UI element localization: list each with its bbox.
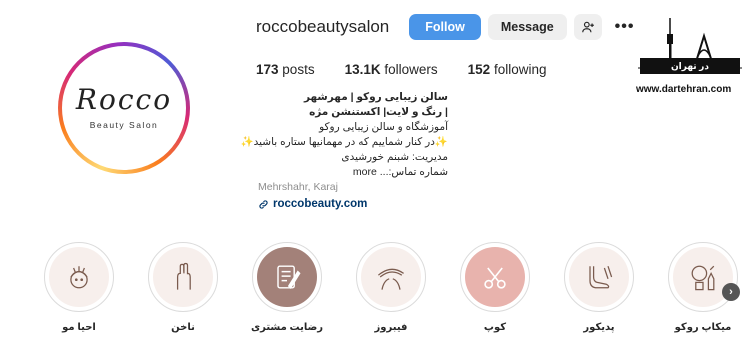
highlight-cover (153, 247, 213, 307)
highlight-ring (564, 242, 634, 312)
eyebrow-icon (377, 268, 404, 290)
highlight-item[interactable]: احیا مو (43, 242, 115, 333)
hair-treatment-icon (70, 266, 88, 289)
rocco-logo: Rocco Beauty Salon (66, 50, 182, 166)
followers-count: 13.1K (344, 62, 381, 77)
highlight-label: فیبروز (374, 322, 408, 333)
username: roccobeautysalon (256, 17, 390, 36)
chevron-right-icon: › (729, 286, 733, 298)
watermark-band: در تهران (640, 58, 740, 74)
website-link[interactable]: roccobeauty.com (273, 197, 367, 212)
highlight-item[interactable]: فیبروز (355, 242, 427, 333)
add-user-icon (581, 21, 594, 33)
avatar-frame: Rocco Beauty Salon (62, 46, 186, 170)
bio-line-4: ✨در کنار شماییم که در مهمانیها ستاره باش… (240, 136, 448, 148)
highlight-item[interactable]: پدیکور (563, 242, 635, 333)
following-label: following (493, 62, 547, 77)
profile-bio: سالن زیبایی روکو | مهرشهر | رنگ و لایت| … (240, 90, 448, 212)
highlight-label: پدیکور (583, 322, 615, 333)
bio-line-1: سالن زیبایی روکو | مهرشهر (303, 91, 448, 103)
bio-line-5: مدیریت: شبنم خورشیدی (341, 151, 448, 163)
website-link-row[interactable]: roccobeauty.com (258, 197, 448, 212)
follow-button[interactable]: Follow (409, 14, 481, 40)
bio-line-2: | رنگ و لایت| اکستنشن مژه (309, 106, 448, 118)
profile-avatar[interactable]: Rocco Beauty Salon (58, 42, 190, 174)
logo-subtitle: Beauty Salon (89, 120, 159, 130)
bio-location: Mehrshahr, Karaj (258, 181, 338, 193)
highlight-ring (460, 242, 530, 312)
haircut-icon (484, 267, 506, 289)
highlight-label: احیا مو (62, 322, 96, 333)
more-options-icon[interactable]: ••• (615, 18, 635, 36)
highlight-cover (49, 247, 109, 307)
highlight-item[interactable]: ناخن (147, 242, 219, 333)
pedicure-icon (589, 266, 613, 289)
highlight-item[interactable]: رضایت مشتری (251, 242, 323, 333)
following-count: 152 (467, 62, 491, 77)
highlight-label: کوپ (483, 322, 507, 333)
highlight-ring (252, 242, 322, 312)
highlight-ring (668, 242, 738, 312)
highlight-cover (465, 247, 525, 307)
story-highlights: احیا مو ناخن رضایت مشتری فیبروز کوپ پدیک… (0, 242, 750, 342)
suggested-users-button[interactable] (573, 14, 602, 40)
customer-satisfaction-icon (277, 265, 301, 289)
message-button[interactable]: Message (487, 14, 567, 40)
profile-stats: 173 posts 13.1K followers 152 following (256, 62, 576, 77)
highlight-label: رضایت مشتری (250, 322, 324, 333)
highlight-label: میکاپ روکو (674, 322, 732, 333)
next-highlights-button[interactable]: › (722, 283, 740, 301)
posts-label: posts (282, 62, 315, 77)
highlight-cover (361, 247, 421, 307)
highlight-ring (148, 242, 218, 312)
bio-line-3: آموزشگاه و سالن زیبایی روکو (319, 121, 448, 133)
highlight-cover (569, 247, 629, 307)
link-icon (259, 200, 268, 209)
highlight-ring (356, 242, 426, 312)
highlight-item[interactable]: کوپ (459, 242, 531, 333)
posts-stat: 173 posts (256, 62, 315, 77)
highlight-cover (257, 247, 317, 307)
bio-line-6[interactable]: شماره تماس:... more (258, 165, 448, 180)
profile-header: roccobeautysalon Follow Message ••• (256, 14, 634, 40)
followers-stat[interactable]: 13.1K followers (345, 62, 438, 77)
nail-icon (176, 262, 191, 290)
following-stat[interactable]: 152 following (468, 62, 547, 77)
makeup-icon (691, 265, 715, 291)
highlight-label: ناخن (171, 322, 195, 333)
highlight-ring (44, 242, 114, 312)
posts-count: 173 (256, 62, 279, 77)
logo-script-text: Rocco (75, 83, 173, 116)
watermark-site: www.dartehran.com (636, 84, 732, 95)
followers-label: followers (384, 62, 438, 77)
